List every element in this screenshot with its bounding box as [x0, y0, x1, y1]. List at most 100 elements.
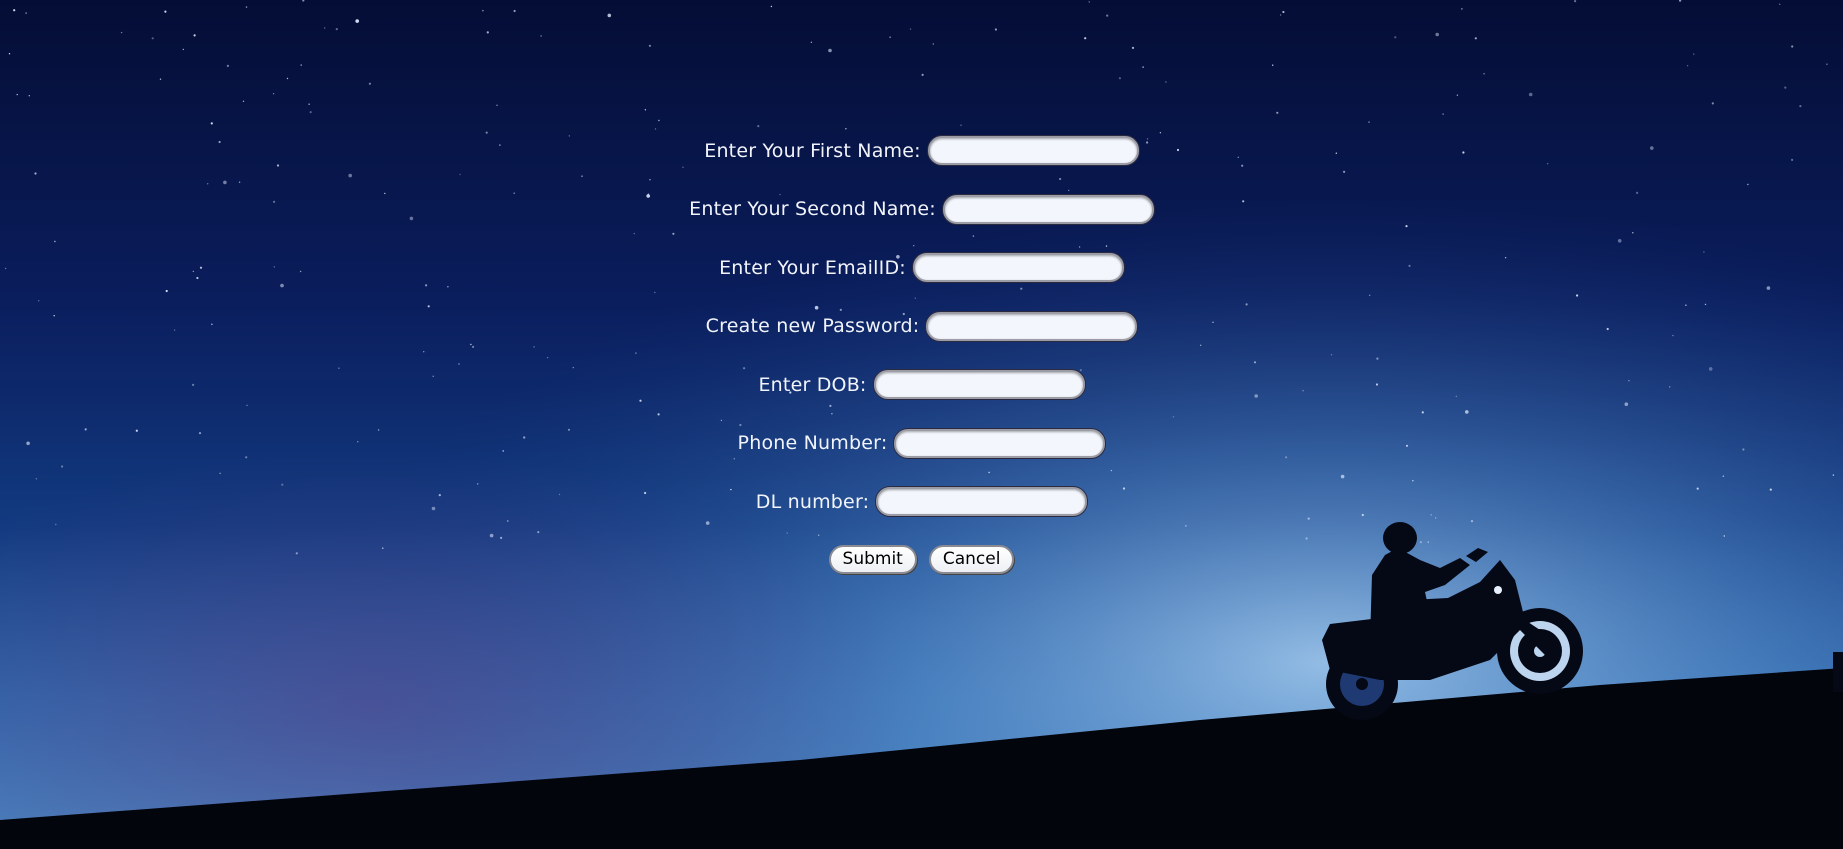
star	[1272, 64, 1274, 66]
second-name-label: Enter Your Second Name:	[689, 198, 936, 220]
second-name-row: Enter Your Second Name:	[0, 194, 1843, 225]
star	[1394, 36, 1397, 39]
star	[1574, 0, 1577, 3]
star	[1282, 10, 1285, 14]
star	[658, 119, 660, 122]
star	[770, 5, 773, 8]
star	[25, 12, 27, 14]
phone-row: Phone Number:	[0, 428, 1843, 459]
star	[1435, 32, 1439, 37]
star	[355, 19, 360, 23]
star	[1461, 8, 1463, 10]
star	[308, 103, 310, 105]
star	[1686, 65, 1689, 67]
star	[120, 31, 123, 34]
star	[1483, 73, 1485, 75]
star	[164, 10, 167, 13]
star	[1799, 105, 1802, 108]
star	[932, 43, 934, 45]
star	[368, 82, 371, 85]
star	[1106, 14, 1109, 17]
star	[242, 100, 245, 103]
star	[16, 93, 18, 96]
star	[1826, 63, 1828, 65]
star	[1118, 77, 1121, 80]
star	[272, 93, 275, 95]
star	[245, 6, 248, 8]
submit-button[interactable]: Submit	[828, 544, 917, 574]
star	[1693, 53, 1695, 55]
star	[324, 27, 326, 29]
star	[286, 77, 289, 80]
first-name-input[interactable]	[927, 136, 1139, 165]
phone-label: Phone Number:	[737, 432, 888, 454]
dl-number-label: DL number:	[755, 490, 870, 513]
star	[335, 28, 338, 31]
star	[540, 35, 542, 37]
star	[1131, 46, 1135, 50]
dl-number-input[interactable]	[876, 487, 1088, 516]
star	[159, 78, 162, 80]
star	[193, 34, 196, 37]
star	[182, 48, 184, 51]
star	[648, 44, 652, 47]
phone-input[interactable]	[894, 428, 1106, 458]
star	[1279, 14, 1282, 16]
star	[654, 128, 657, 130]
star	[496, 104, 498, 107]
star	[1084, 37, 1087, 40]
star	[28, 95, 30, 97]
star	[486, 31, 489, 34]
star	[1159, 132, 1162, 134]
star	[1791, 45, 1794, 48]
star	[226, 64, 229, 67]
password-label: Create new Password:	[705, 315, 920, 337]
star	[485, 131, 488, 134]
dob-label: Enter DOB:	[758, 373, 867, 396]
password-input[interactable]	[926, 311, 1138, 341]
star	[921, 73, 924, 76]
star	[309, 111, 312, 114]
second-name-input[interactable]	[942, 194, 1154, 224]
dob-row: Enter DOB:	[0, 369, 1843, 400]
star	[1456, 94, 1459, 96]
star	[1142, 66, 1144, 68]
signup-page: Enter Your First Name: Enter Your Second…	[0, 0, 1843, 849]
star	[757, 125, 760, 128]
star	[828, 48, 832, 53]
star	[1711, 102, 1714, 105]
first-name-label: Enter Your First Name:	[704, 139, 921, 162]
star	[210, 122, 213, 125]
star	[994, 28, 998, 31]
email-label: Enter Your EmailID:	[719, 256, 906, 279]
form-buttons: Submit Cancel	[0, 544, 1843, 574]
star	[889, 36, 891, 38]
star	[960, 124, 962, 126]
star	[909, 28, 912, 30]
star	[13, 9, 16, 12]
star	[1474, 37, 1477, 40]
star	[1784, 86, 1787, 89]
star	[1165, 81, 1167, 83]
star	[482, 10, 484, 12]
email-row: Enter Your EmailID:	[0, 252, 1843, 283]
star	[810, 41, 813, 43]
star	[1779, 3, 1781, 5]
dob-input[interactable]	[873, 370, 1085, 399]
star	[151, 37, 154, 40]
star	[300, 64, 302, 66]
star	[1276, 111, 1279, 114]
email-input[interactable]	[912, 253, 1124, 282]
star	[845, 128, 847, 130]
registration-form: Enter Your First Name: Enter Your Second…	[0, 135, 1843, 574]
star	[1368, 121, 1370, 123]
cancel-button[interactable]: Cancel	[928, 544, 1015, 574]
first-name-row: Enter Your First Name:	[0, 135, 1843, 166]
star	[607, 13, 612, 18]
star	[644, 109, 647, 111]
star	[1528, 92, 1533, 97]
star	[8, 53, 11, 55]
star	[1442, 113, 1444, 115]
dl-number-row: DL number:	[0, 486, 1843, 517]
password-row: Create new Password:	[0, 311, 1843, 342]
